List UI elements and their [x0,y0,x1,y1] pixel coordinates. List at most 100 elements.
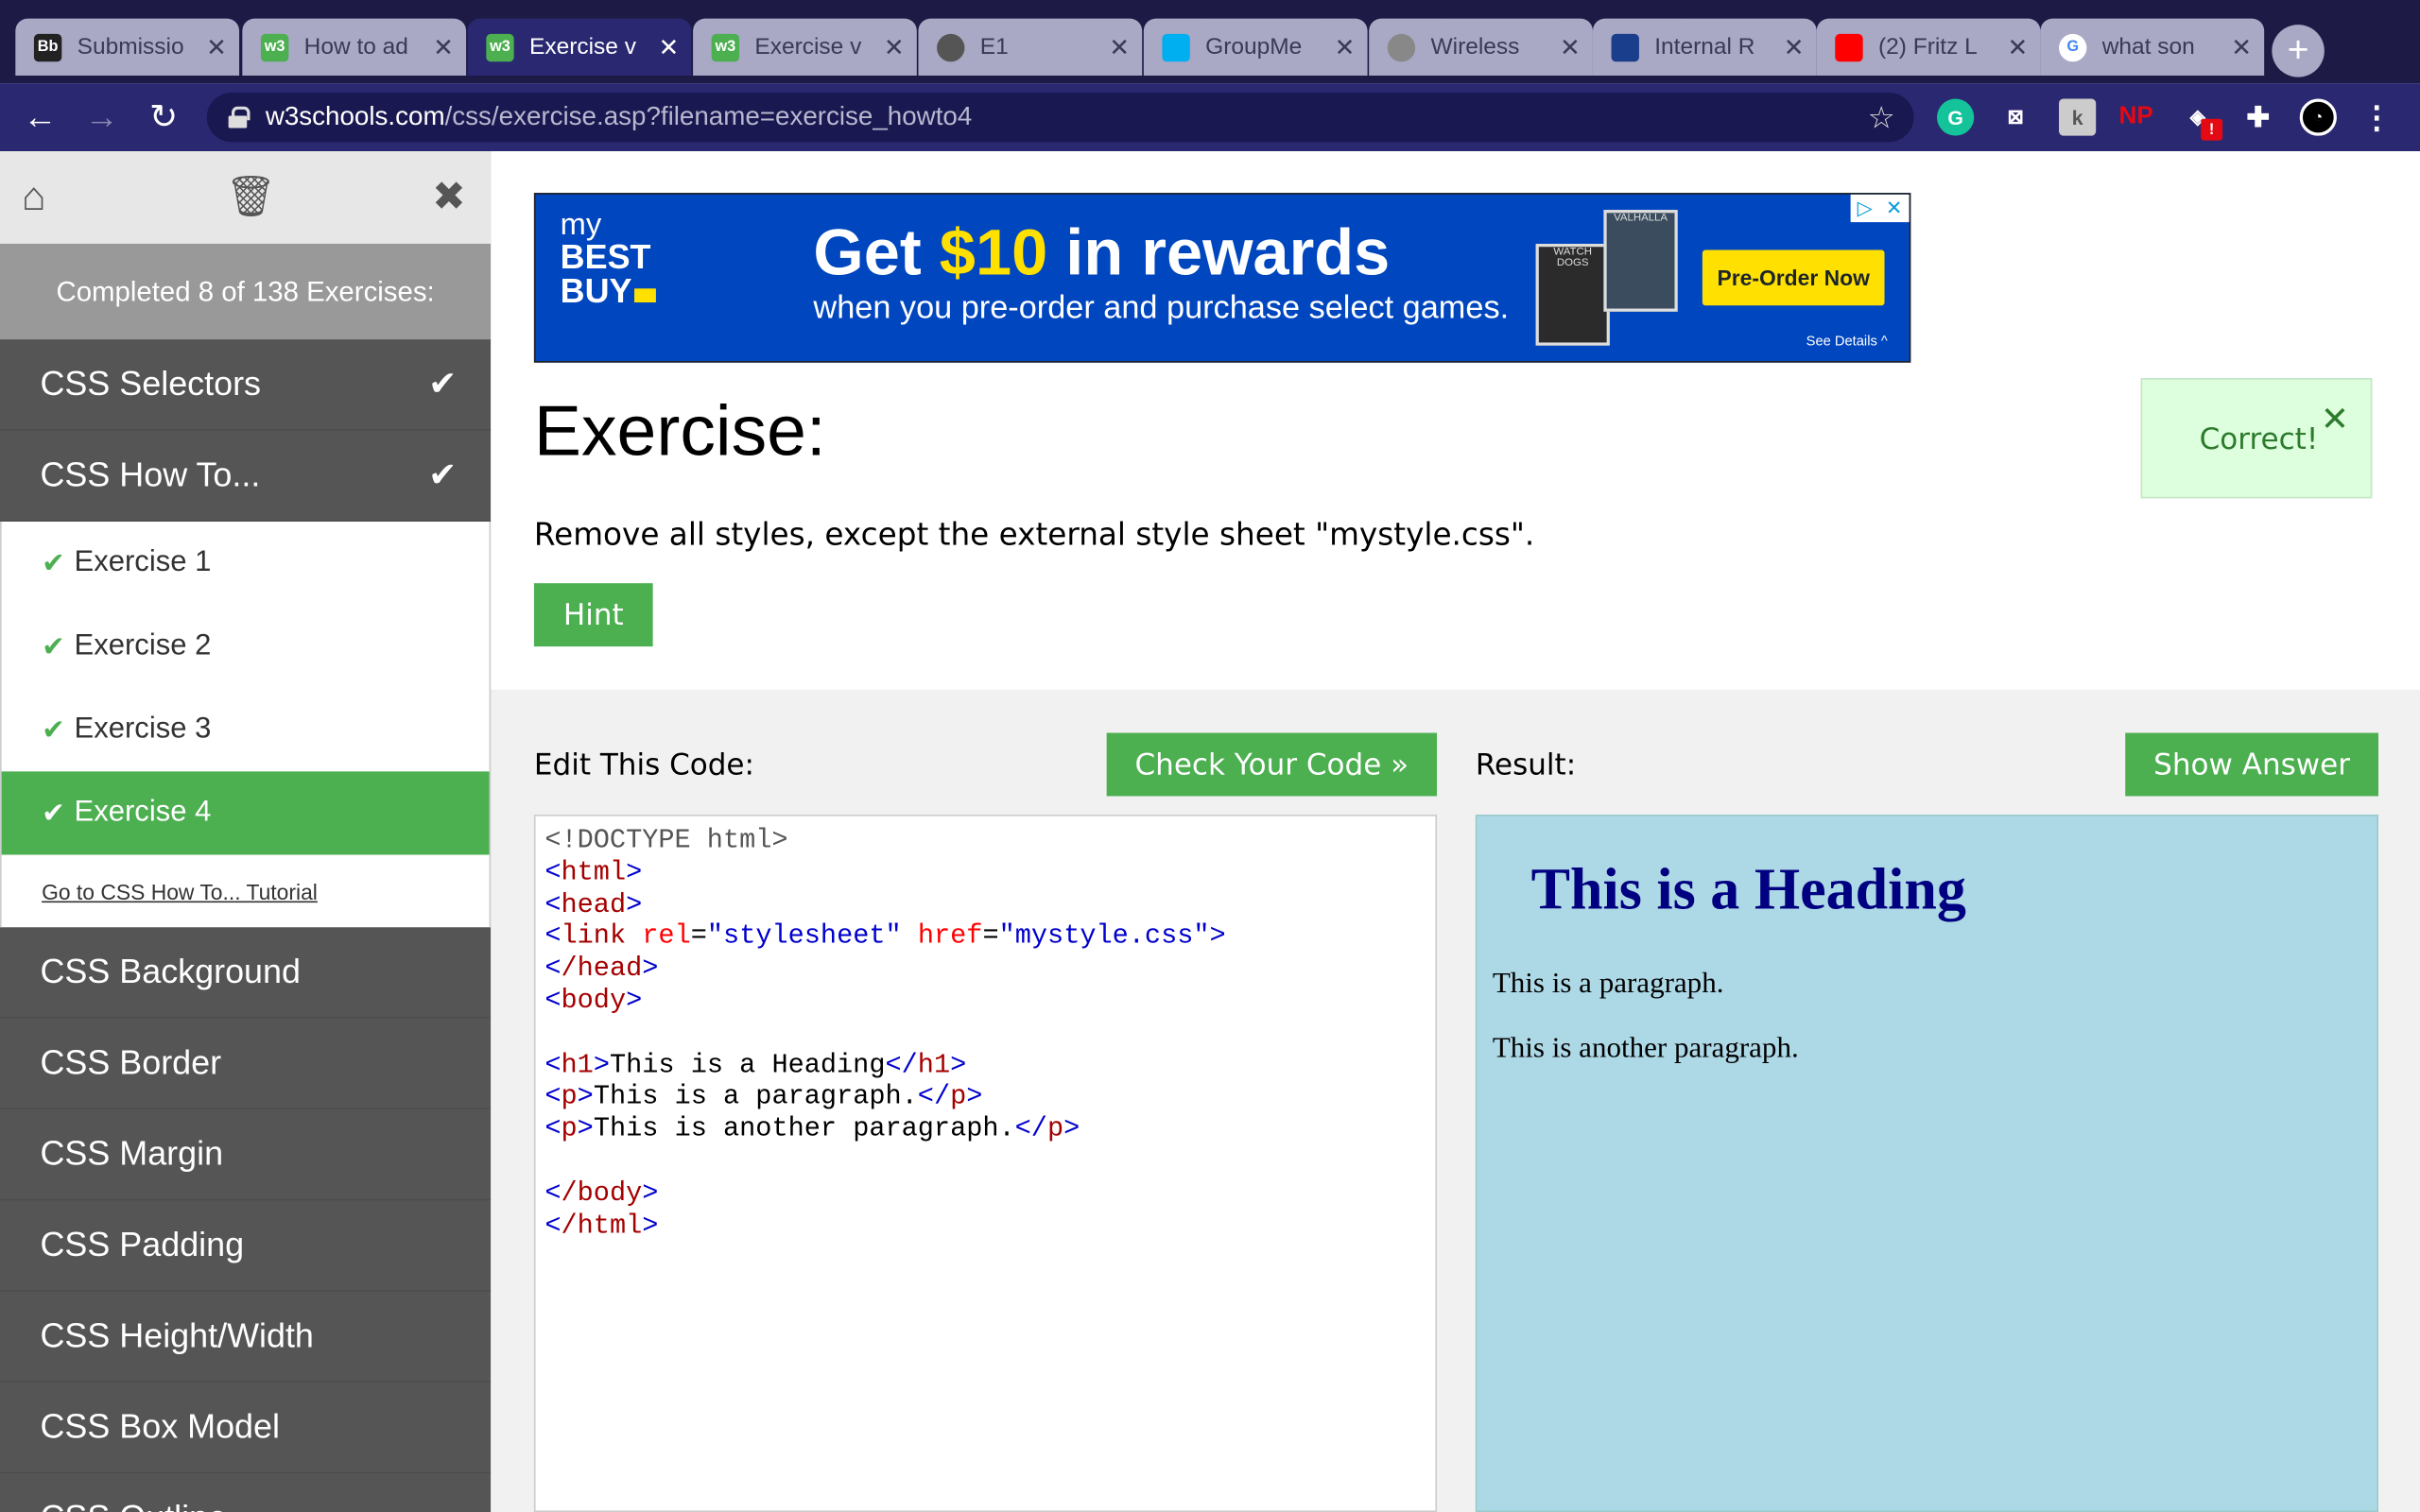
forward-arrow-icon[interactable]: → [80,95,124,139]
exercise-title: Exercise: [533,390,826,471]
close-tab-icon[interactable]: ✕ [1109,31,1130,62]
code-tag: p [1046,1114,1064,1145]
exercise-item-4-active[interactable]: ✔ Exercise 4 [1,771,490,855]
browser-tab[interactable]: G what son ✕ [2040,18,2265,77]
sidebar-category-css-outline[interactable]: CSS Outline [0,1473,491,1512]
edit-code-label: Edit This Code: [533,747,754,782]
new-tab-button[interactable]: + [2272,25,2325,77]
close-tab-icon[interactable]: ✕ [2007,31,2028,62]
browser-tab[interactable]: Internal R ✕ [1592,18,1817,77]
code-text: This is another paragraph. [593,1114,1015,1145]
close-tab-icon[interactable]: ✕ [884,31,905,62]
show-answer-button[interactable]: Show Answer [2125,732,2378,797]
browser-tab[interactable]: (2) Fritz L ✕ [1816,18,2041,77]
bookmark-star-icon[interactable]: ☆ [1868,98,1895,137]
adchoices-close-icon[interactable]: ▷ ✕ [1850,194,1910,223]
code-tag: body [561,986,627,1017]
category-label: CSS Selectors [40,364,262,404]
reload-icon[interactable]: ↻ [142,95,185,139]
browser-toolbar: ← → ↻ w3schools.com/css/exercise.asp?fil… [0,83,2420,152]
browser-tab[interactable]: E1 ✕ [918,18,1143,77]
w3schools-icon: w3 [486,33,514,61]
close-icon: ✕ [1885,196,1903,219]
preorder-button[interactable]: Pre-Order Now [1702,249,1885,306]
close-tab-icon[interactable]: ✕ [433,31,454,62]
tab-title: How to ad [303,33,408,60]
url-path: /css/exercise.asp?filename=exercise_howt… [444,101,973,131]
tab-title: (2) Fritz L [1877,33,1978,60]
game-box-valhalla: VALHALLA [1603,210,1678,312]
close-icon[interactable]: ✖ [432,173,466,221]
np-icon[interactable]: NP [2118,98,2154,135]
readwise-icon[interactable]: ⊠ [1997,98,2034,135]
close-tab-icon[interactable]: ✕ [1335,31,1356,62]
home-icon[interactable]: ⌂ [22,173,46,221]
browser-tab[interactable]: Wireless ✕ [1369,18,1593,77]
browser-tab[interactable]: GroupMe ✕ [1143,18,1368,77]
result-heading: This is a Heading [1530,857,1966,923]
close-tab-icon[interactable]: ✕ [1784,31,1805,62]
browser-tab-active[interactable]: w3 Exercise v ✕ [467,18,692,77]
sidebar-category-css-selectors[interactable]: CSS Selectors ✔ [0,339,492,431]
ad-headline: Get $10 in rewards [813,216,1390,290]
hint-button[interactable]: Hint [533,583,653,647]
tab-title: GroupMe [1205,33,1303,60]
code-doctype: <!DOCTYPE html> [544,825,788,857]
exercise-item-1[interactable]: ✔ Exercise 1 [2,522,490,605]
browser-tab[interactable]: w3 Exercise v ✕ [693,18,917,77]
sidebar-category-css-margin[interactable]: CSS Margin [0,1109,492,1201]
browser-tab[interactable]: Bb Submissio ✕ [15,18,240,77]
sidebar-category-css-height-width[interactable]: CSS Height/Width [0,1292,492,1383]
ad-logo-buy: BUY [560,271,632,311]
code-attr: rel [642,921,691,954]
advertisement-banner[interactable]: my BEST BUY Get $10 in rewards when you … [533,193,1911,363]
grammarly-icon[interactable]: G [1937,98,1975,136]
address-bar[interactable]: w3schools.com/css/exercise.asp?filename=… [206,92,1914,143]
extension-k-icon[interactable]: k [2059,98,2097,136]
code-tag: /body [561,1178,643,1210]
exercise-item-2[interactable]: ✔ Exercise 2 [2,605,490,688]
trash-icon[interactable]: 🗑 [225,173,276,221]
exercise-label: Exercise 4 [74,796,212,829]
sidebar-category-css-background[interactable]: CSS Background [0,927,492,1019]
code-tag: h1 [917,1050,951,1081]
exercise-item-3[interactable]: ✔ Exercise 3 [2,688,490,771]
puzzle-icon[interactable]: ✚ [2239,98,2276,135]
code-attr-value: "mystyle.css" [998,921,1210,954]
code-tag: p [950,1082,967,1113]
code-attr: href [917,921,983,954]
result-paragraph-1: This is a paragraph. [1492,967,1724,1000]
checkmark-icon: ✔ [42,797,65,828]
code-tag: html [561,857,627,889]
exercise-label: Exercise 1 [74,545,212,579]
ad-details-link[interactable]: See Details ^ [1806,334,1888,349]
sidebar-category-css-border[interactable]: CSS Border [0,1019,492,1109]
tutorial-link[interactable]: Go to CSS How To... Tutorial [2,855,490,928]
notification-badge: ! [2201,118,2223,141]
sidebar-category-css-padding[interactable]: CSS Padding [0,1200,492,1292]
profile-icon[interactable]: ◔ [2299,98,2337,136]
browser-tab-strip: Bb Submissio ✕ w3 How to ad ✕ w3 Exercis… [0,0,2420,84]
code-tag: p [561,1082,578,1113]
code-attr-value: "stylesheet" [706,921,902,954]
category-label: CSS How To... [40,455,261,494]
browser-tab[interactable]: w3 How to ad ✕ [242,18,467,77]
sidebar-category-css-howto[interactable]: CSS How To... ✔ [0,431,492,522]
close-tab-icon[interactable]: ✕ [1560,31,1581,62]
check-code-button[interactable]: Check Your Code » [1106,732,1438,797]
exercise-label: Exercise 3 [74,713,212,746]
code-editor[interactable]: <!DOCTYPE html> <html> <head> <link rel=… [533,815,1438,1512]
google-icon: G [2059,33,2087,61]
exercise-sidebar: ⌂ 🗑 ✖ Completed 8 of 138 Exercises: CSS … [0,151,492,1512]
tab-title: Exercise v [529,33,636,60]
close-tab-icon[interactable]: ✕ [2231,31,2252,62]
exercise-list: ✔ Exercise 1 ✔ Exercise 2 ✔ Exercise 3 ✔ Exe… [0,521,492,928]
menu-dots-icon[interactable]: ⋮ [2359,98,2395,135]
close-tab-icon[interactable]: ✕ [658,31,679,62]
sidebar-category-css-box-model[interactable]: CSS Box Model [0,1383,492,1474]
close-tab-icon[interactable]: ✕ [206,31,227,62]
back-arrow-icon[interactable]: ← [19,95,62,139]
code-text: This is a Heading [609,1050,886,1081]
close-icon[interactable]: ✕ [2321,402,2349,440]
code-tag: p [561,1114,578,1145]
